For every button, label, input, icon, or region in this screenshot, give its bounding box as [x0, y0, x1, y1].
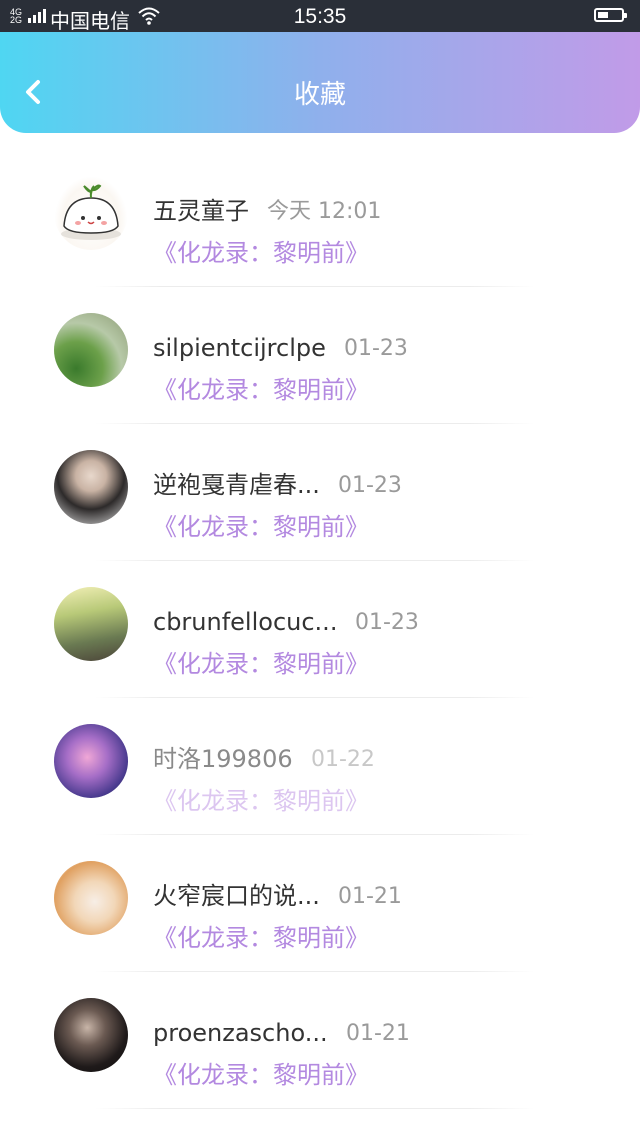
book-title[interactable]: 《化龙录：黎明前》 [153, 648, 369, 680]
user-name: 火窄宸口的说... [153, 882, 320, 910]
divider [95, 1108, 535, 1109]
list-item[interactable]: proenzascho... 01-21 《化龙录：黎明前》 [0, 965, 640, 1109]
girl-portrait-avatar[interactable] [54, 450, 128, 524]
dark-hand-avatar[interactable] [54, 998, 128, 1072]
timestamp: 01-22 [311, 747, 375, 772]
battery-level [598, 12, 608, 18]
list-item[interactable]: 火窄宸口的说... 01-21 《化龙录：黎明前》 [0, 828, 640, 972]
girl-on-grass-avatar[interactable] [54, 313, 128, 387]
clock: 15:35 [293, 5, 347, 28]
header-bar: 收藏 [0, 32, 640, 133]
book-title[interactable]: 《化龙录：黎明前》 [153, 922, 369, 954]
user-name: cbrunfellocuc... [153, 608, 338, 636]
timestamp: 01-23 [344, 336, 408, 361]
timestamp: 01-23 [338, 473, 402, 498]
status-bar: 4G 2G 中国电信 15:35 [0, 0, 640, 33]
page-title: 收藏 [293, 80, 346, 110]
list-item[interactable]: 时洛199806 01-22 《化龙录：黎明前》 [0, 691, 640, 835]
user-name: proenzascho... [153, 1019, 328, 1047]
book-title[interactable]: 《化龙录：黎明前》 [153, 785, 369, 817]
user-name: 逆袍戛青虐春... [153, 471, 320, 499]
list-item[interactable]: 逆袍戛青虐春... 01-23 《化龙录：黎明前》 [0, 417, 640, 561]
timestamp: 今天 12:01 [267, 199, 382, 224]
user-name: 时洛199806 [153, 745, 293, 773]
timestamp: 01-23 [355, 610, 419, 635]
galaxy-avatar[interactable] [54, 724, 128, 798]
user-name: silpientcijrclpe [153, 334, 326, 362]
book-title[interactable]: 《化龙录：黎明前》 [153, 1059, 369, 1091]
user-name: 五灵童子 [153, 197, 249, 225]
girl-shoulders-avatar[interactable] [54, 861, 128, 935]
timestamp: 01-21 [346, 1021, 410, 1046]
list-item[interactable]: 五灵童子 今天 12:01 《化龙录：黎明前》 [0, 143, 640, 287]
favorites-list: 五灵童子 今天 12:01 《化龙录：黎明前》 silpientcijrclpe 01-… [0, 143, 640, 1109]
timestamp: 01-21 [338, 884, 402, 909]
book-title[interactable]: 《化龙录：黎明前》 [153, 374, 369, 406]
sunlit-field-avatar[interactable] [54, 587, 128, 661]
cartoon-bun-avatar[interactable] [54, 176, 128, 250]
book-title[interactable]: 《化龙录：黎明前》 [153, 511, 369, 543]
list-item[interactable]: cbrunfellocuc... 01-23 《化龙录：黎明前》 [0, 554, 640, 698]
book-title[interactable]: 《化龙录：黎明前》 [153, 237, 369, 269]
battery-icon [594, 8, 627, 22]
list-item[interactable]: silpientcijrclpe 01-23 《化龙录：黎明前》 [0, 280, 640, 424]
